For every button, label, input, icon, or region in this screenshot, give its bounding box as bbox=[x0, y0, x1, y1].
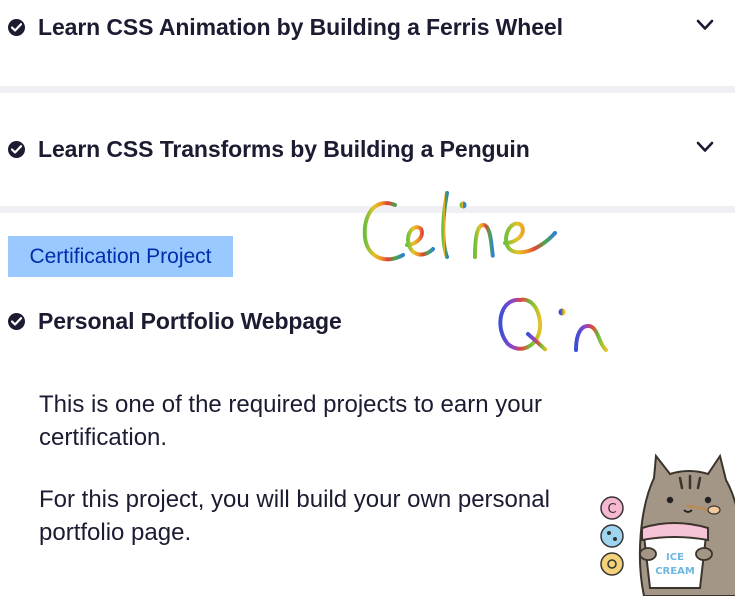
scrollbar-gutter bbox=[735, 0, 749, 596]
section-title: Learn CSS Animation by Building a Ferris… bbox=[38, 14, 563, 40]
project-description: For this project, you will build your ow… bbox=[39, 486, 550, 546]
certification-badge: Certification Project bbox=[8, 236, 233, 277]
project-description: This is one of the required projects to … bbox=[39, 391, 542, 451]
svg-text:C: C bbox=[607, 502, 616, 517]
check-circle-icon bbox=[8, 313, 25, 330]
project-header[interactable]: Personal Portfolio Webpage bbox=[8, 308, 342, 335]
signature-qin-doodle bbox=[498, 297, 608, 352]
pusheen-ice-cream-sticker: C ICE CREAM bbox=[600, 453, 744, 596]
check-circle-icon bbox=[8, 19, 25, 36]
project-title[interactable]: Personal Portfolio Webpage bbox=[38, 308, 342, 335]
chevron-down-icon[interactable] bbox=[696, 19, 714, 31]
section-divider bbox=[0, 86, 735, 93]
svg-text:ICE: ICE bbox=[666, 552, 684, 563]
curriculum-page: Learn CSS Animation by Building a Ferris… bbox=[0, 0, 744, 596]
section-header[interactable]: Learn CSS Transforms by Building a Pengu… bbox=[8, 136, 530, 163]
chevron-down-icon[interactable] bbox=[696, 141, 714, 153]
signature-celine-doodle bbox=[362, 191, 557, 262]
section-header[interactable]: Learn CSS Animation by Building a Ferris… bbox=[8, 14, 563, 41]
svg-text:CREAM: CREAM bbox=[655, 566, 695, 577]
check-circle-icon bbox=[8, 141, 25, 158]
section-title: Learn CSS Transforms by Building a Pengu… bbox=[38, 136, 530, 162]
section-ferris-wheel[interactable]: Learn CSS Animation by Building a Ferris… bbox=[0, 0, 735, 86]
